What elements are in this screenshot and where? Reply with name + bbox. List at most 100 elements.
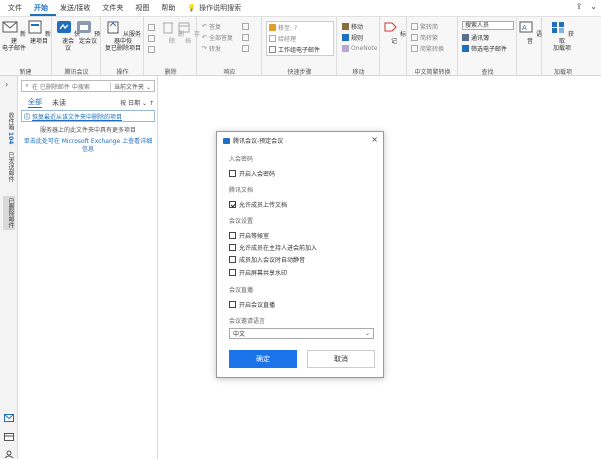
menu-help[interactable]: 帮助 (157, 0, 183, 16)
to-simplified-button[interactable]: 繁转简 (411, 22, 438, 31)
menu-send-receive[interactable]: 发送/接收 (56, 0, 98, 16)
get-addins-button[interactable]: 获取 加载项 (549, 20, 575, 52)
onenote-button[interactable]: OneNote (342, 44, 377, 53)
menu-folder[interactable]: 文件夹 (98, 0, 131, 16)
tags-button[interactable]: 标记 (381, 20, 407, 45)
nav-tab-inbox[interactable]: 收件箱 104 (3, 112, 15, 144)
calendar-icon[interactable] (4, 433, 14, 441)
calendar-meeting-icon (77, 21, 92, 33)
filter-unread[interactable]: 未读 (52, 98, 66, 108)
close-icon[interactable]: × (371, 135, 378, 144)
ribbon-group-voice: A 语音 (518, 17, 542, 77)
search-people-input[interactable]: 搜索人员 (462, 21, 514, 30)
checkbox-upload-docs[interactable] (229, 201, 236, 208)
group-label-move: 移动 (352, 69, 365, 76)
checkbox-mute-on-join[interactable] (229, 256, 236, 263)
section-docs: 腾讯文档 (229, 187, 254, 194)
move-button[interactable]: 移动 (342, 22, 363, 31)
simp-trad-button[interactable]: 简繁转换 (411, 44, 444, 53)
group-label-tencent: 腾讯会议 (64, 69, 89, 76)
ignore-button[interactable] (148, 23, 155, 32)
cancel-button[interactable]: 取消 (307, 350, 375, 368)
mail-icon[interactable] (4, 414, 14, 422)
option-watermark[interactable]: 开启屏幕共享水印 (229, 268, 287, 277)
sort-by-date[interactable]: 按 日期 ⌄ ↑ (120, 98, 154, 107)
im-button[interactable] (242, 33, 249, 42)
ribbon-group-tags: 标记 (381, 17, 407, 77)
chevron-right-icon[interactable]: › (5, 80, 8, 89)
option-waiting-room[interactable]: 开启等候室 (229, 231, 269, 240)
group-label-actions: 操作 (116, 69, 129, 76)
cleanup-icon (148, 35, 155, 42)
option-join-before-host[interactable]: 允许成员在主持人进会前加入 (229, 243, 317, 252)
junk-button[interactable] (148, 45, 155, 54)
team-email-icon (269, 46, 276, 53)
onenote-icon (342, 45, 349, 52)
checkbox-watermark[interactable] (229, 269, 236, 276)
option-password-label: 开启入会密码 (239, 171, 276, 178)
menu-bar: 文件 开始 发送/接收 文件夹 视图 帮助 💡 操作说明搜索 ⇪ ⌄ (0, 0, 601, 16)
tell-me-search[interactable]: 💡 操作说明搜索 (187, 3, 241, 13)
exchange-details-link[interactable]: 单击此处可在 Microsoft Exchange 上查看详细信息 (21, 138, 155, 154)
menu-file[interactable]: 文件 (4, 0, 30, 16)
ignore-icon (148, 24, 155, 31)
new-email-button[interactable]: 新建 电子邮件 (1, 20, 27, 52)
to-traditional-button[interactable]: 简转繁 (411, 33, 438, 42)
quick-step-team[interactable]: 工作组电子邮件 (269, 45, 320, 54)
language-select[interactable]: 中文 ⌄ (229, 328, 374, 339)
info-icon: ⓘ (23, 113, 30, 121)
search-scope-label: 当前文件夹 (114, 83, 145, 91)
more-items-notice: 服务器上的此文件夹中具有更多项目 (39, 127, 136, 134)
svg-text:A: A (522, 24, 527, 32)
quick-steps-gallery: 移至: ? 给经理 工作组电子邮件 (266, 21, 334, 56)
search-scope-dropdown[interactable]: 当前文件夹 ⌄ (110, 81, 154, 91)
checkbox-waiting-room[interactable] (229, 232, 236, 239)
nav-tab-sent[interactable]: 已发送邮件 (3, 152, 15, 182)
checkbox-live[interactable] (229, 301, 236, 308)
inbox-count: 104 (7, 131, 14, 145)
option-upload-docs[interactable]: 允许成员上传文档 (229, 200, 287, 209)
people-icon[interactable] (4, 450, 14, 458)
checkbox-join-before-host[interactable] (229, 244, 236, 251)
voice-button[interactable]: A 语音 (517, 20, 543, 45)
new-items-button[interactable]: 新建项目 (26, 20, 52, 45)
option-live[interactable]: 开启会议直播 (229, 300, 275, 309)
menu-view[interactable]: 视图 (131, 0, 157, 16)
rules-button[interactable]: 规则 (342, 33, 363, 42)
folder-search-box[interactable]: ⌕ 在 已删除邮件 中搜索 当前文件夹 ⌄ (21, 80, 155, 92)
filter-all[interactable]: 全部 (28, 97, 42, 108)
ok-button[interactable]: 确定 (229, 350, 297, 368)
recover-items-link[interactable]: 恢复最近从该文件夹中删除的项目 (32, 112, 122, 121)
group-label-respond: 响应 (223, 69, 236, 76)
ribbon-group-delete: 删除 存档 删除 (145, 17, 200, 77)
quick-step-manager[interactable]: 给经理 (269, 34, 296, 43)
meeting-reply-button[interactable] (242, 22, 249, 31)
simp-trad-label: 简繁转换 (420, 46, 445, 53)
option-password[interactable]: 开启入会密码 (229, 169, 275, 178)
section-meeting-settings: 会议设置 (229, 218, 254, 225)
simp-trad-icon (411, 45, 418, 52)
quick-step-move[interactable]: 移至: ? (269, 23, 297, 32)
more-icon[interactable]: ⌄ (590, 2, 597, 11)
filter-email-button[interactable]: 筛选电子邮件 (462, 44, 507, 53)
reply-button[interactable]: ↶ 答复 (202, 22, 221, 31)
chevron-down-icon: ⌄ (364, 330, 370, 337)
tencent-meeting-icon (57, 21, 72, 33)
option-live-label: 开启会议直播 (239, 302, 276, 309)
ribbon-group-move: 移动 规则 OneNote 移动 (338, 17, 380, 77)
menu-home[interactable]: 开始 (30, 0, 56, 16)
reply-all-button[interactable]: ↶ 全部答复 (202, 33, 233, 42)
tell-me-label: 操作说明搜索 (199, 4, 242, 12)
share-icon[interactable]: ⇪ (576, 2, 583, 11)
nav-tab-deleted[interactable]: 已删除邮件 (3, 196, 15, 230)
option-mute-on-join[interactable]: 成员加入会议时自动静音 (229, 255, 305, 264)
address-book-button[interactable]: 通讯簿 (462, 33, 489, 42)
forward-button[interactable]: ↷ 转发 (202, 44, 221, 53)
restore-deleted-button[interactable]: 从服务器中恢 复已删除项目 (103, 20, 143, 52)
more-respond-button[interactable] (242, 44, 249, 53)
section-live: 会议直播 (229, 287, 254, 294)
recover-items-bar[interactable]: ⓘ 恢复最近从该文件夹中删除的项目 (21, 110, 155, 122)
schedule-meeting-button[interactable]: 预定会议 (75, 20, 101, 45)
checkbox-password[interactable] (229, 170, 236, 177)
cleanup-button[interactable] (148, 34, 155, 43)
